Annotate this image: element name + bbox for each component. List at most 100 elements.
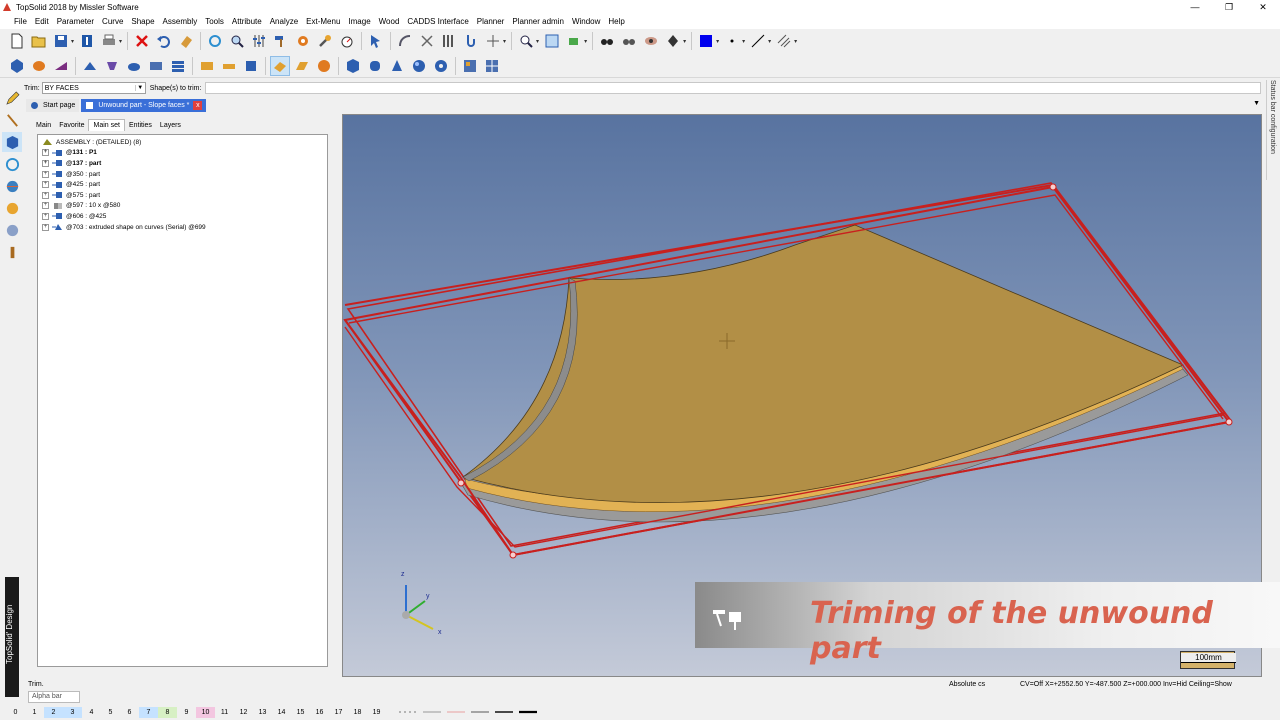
- layer-button[interactable]: 3: [63, 706, 82, 718]
- tab-favorite[interactable]: Favorite: [55, 120, 88, 131]
- point-style-button[interactable]: [722, 31, 742, 51]
- menu-shape[interactable]: Shape: [127, 17, 158, 26]
- tab-list-dropdown-icon[interactable]: ▼: [1253, 100, 1260, 107]
- info-button[interactable]: [77, 31, 97, 51]
- sketch-mode-button[interactable]: [2, 88, 22, 108]
- layer-button[interactable]: 2: [44, 706, 63, 718]
- menu-image[interactable]: Image: [344, 17, 374, 26]
- drafting-mode-button[interactable]: [2, 176, 22, 196]
- menu-ext-menu[interactable]: Ext-Menu: [302, 17, 344, 26]
- curve-mode-button[interactable]: [2, 110, 22, 130]
- shape-tool-13-button[interactable]: [292, 56, 312, 76]
- shapes-to-trim-input[interactable]: [205, 82, 1262, 94]
- trim-mode-select[interactable]: BY FACES ▼: [41, 82, 146, 94]
- shape-tool-3-button[interactable]: [51, 56, 71, 76]
- layer-button[interactable]: 4: [82, 707, 101, 718]
- tree-node[interactable]: + @703 : extruded shape on curves (Seria…: [38, 222, 327, 233]
- layer-button[interactable]: 12: [234, 707, 253, 718]
- sliders-button[interactable]: [249, 31, 269, 51]
- columns-button[interactable]: [439, 31, 459, 51]
- menu-attribute[interactable]: Attribute: [228, 17, 266, 26]
- shape-tool-18-button[interactable]: [409, 56, 429, 76]
- tab-unwound-part[interactable]: Unwound part - Slope faces * x: [81, 99, 207, 112]
- layer-button[interactable]: 17: [329, 707, 348, 718]
- zoom-window-button[interactable]: [227, 31, 247, 51]
- line-style-thin-icon[interactable]: [423, 710, 441, 714]
- expand-toggle-icon[interactable]: +: [42, 191, 49, 199]
- eye-button[interactable]: [641, 31, 661, 51]
- menu-help[interactable]: Help: [604, 17, 628, 26]
- tree-node-assembly[interactable]: ASSEMBLY : (DETAILED) (8): [38, 137, 327, 148]
- restore-button[interactable]: ❐: [1212, 0, 1246, 14]
- refresh-button[interactable]: [205, 31, 225, 51]
- shape-tool-7-button[interactable]: [146, 56, 166, 76]
- render-dropdown-icon[interactable]: ▾: [683, 38, 686, 45]
- shape-tool-1-button[interactable]: [7, 56, 27, 76]
- tab-entities[interactable]: Entities: [125, 120, 156, 131]
- tab-layers[interactable]: Layers: [156, 120, 185, 131]
- line-type-button[interactable]: [748, 31, 768, 51]
- shape-tool-5-button[interactable]: [102, 56, 122, 76]
- tool-mode-button[interactable]: [2, 242, 22, 262]
- line-style-medium-icon[interactable]: [471, 710, 489, 714]
- line-style-pink-icon[interactable]: [447, 710, 465, 714]
- expand-toggle-icon[interactable]: +: [42, 159, 49, 167]
- coordinate-system-label[interactable]: Absolute cs: [949, 681, 985, 688]
- menu-window[interactable]: Window: [568, 17, 604, 26]
- edit-shape-button[interactable]: [315, 31, 335, 51]
- tree-node[interactable]: + @597 : 10 x @580: [38, 201, 327, 212]
- line-style-thick-icon[interactable]: [495, 710, 513, 714]
- shape-tool-10-button[interactable]: [219, 56, 239, 76]
- status-bar-configuration-tab[interactable]: Status bar configuration: [1266, 80, 1280, 180]
- cam-mode-button[interactable]: [2, 220, 22, 240]
- shape-tool-19-button[interactable]: [431, 56, 451, 76]
- menu-cadds-interface[interactable]: CADDS Interface: [403, 17, 472, 26]
- expand-toggle-icon[interactable]: +: [42, 202, 49, 210]
- minimize-button[interactable]: —: [1178, 0, 1212, 14]
- alpha-bar-input[interactable]: Alpha bar: [28, 691, 80, 703]
- tree-node[interactable]: + @350 : part: [38, 169, 327, 180]
- tree-node[interactable]: + @131 : P1: [38, 148, 327, 159]
- eraser-button[interactable]: [176, 31, 196, 51]
- layer-button[interactable]: 5: [101, 707, 120, 718]
- line-style-dashdot-icon[interactable]: [399, 710, 417, 714]
- trim-faces-button[interactable]: [270, 55, 290, 76]
- shape-tool-17-button[interactable]: [387, 56, 407, 76]
- tree-node[interactable]: + @137 : part: [38, 158, 327, 169]
- layer-button[interactable]: 14: [272, 707, 291, 718]
- menu-wood[interactable]: Wood: [375, 17, 404, 26]
- curve-tool-button[interactable]: [395, 31, 415, 51]
- shape-tool-6-button[interactable]: [124, 56, 144, 76]
- layer-button[interactable]: 0: [6, 707, 25, 718]
- tools-button[interactable]: [293, 31, 313, 51]
- cut-button[interactable]: [417, 31, 437, 51]
- shape-tool-21-button[interactable]: [482, 56, 502, 76]
- menu-curve[interactable]: Curve: [98, 17, 127, 26]
- save-button[interactable]: [51, 31, 71, 51]
- color-dropdown-icon[interactable]: ▾: [716, 38, 719, 45]
- layer-button[interactable]: 18: [348, 707, 367, 718]
- shape-tool-2-button[interactable]: [29, 56, 49, 76]
- print-button[interactable]: [99, 31, 119, 51]
- shape-tool-11-button[interactable]: [241, 56, 261, 76]
- layer-button[interactable]: 7: [139, 706, 158, 718]
- layer-button[interactable]: 9: [177, 707, 196, 718]
- hook-button[interactable]: [461, 31, 481, 51]
- menu-planner[interactable]: Planner: [473, 17, 509, 26]
- trim-box-corner-marker[interactable]: [1049, 183, 1057, 191]
- shape-tool-9-button[interactable]: [197, 56, 217, 76]
- glasses-alt-button[interactable]: [619, 31, 639, 51]
- tree-node[interactable]: + @606 : @425: [38, 211, 327, 222]
- measure-button[interactable]: [337, 31, 357, 51]
- menu-file[interactable]: File: [10, 17, 31, 26]
- menu-edit[interactable]: Edit: [31, 17, 53, 26]
- line-style-bold-icon[interactable]: [519, 710, 537, 714]
- tab-main[interactable]: Main: [32, 120, 55, 131]
- open-file-button[interactable]: [29, 31, 49, 51]
- snap-dropdown-icon[interactable]: ▾: [503, 38, 506, 45]
- layer-button[interactable]: 16: [310, 707, 329, 718]
- expand-toggle-icon[interactable]: +: [42, 170, 49, 178]
- layer-button[interactable]: 19: [367, 707, 386, 718]
- hatch-dropdown-icon[interactable]: ▾: [794, 38, 797, 45]
- new-file-button[interactable]: [7, 31, 27, 51]
